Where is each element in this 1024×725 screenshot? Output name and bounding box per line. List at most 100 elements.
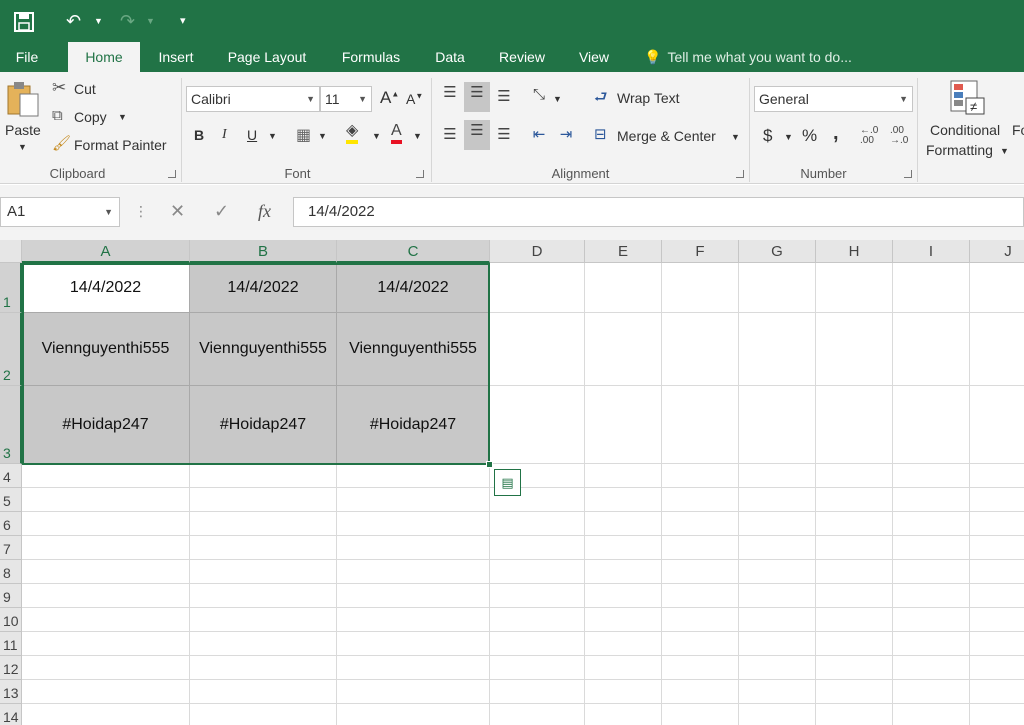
- font-name-select[interactable]: Calibri ▼: [186, 86, 320, 112]
- font-launcher-icon[interactable]: [416, 170, 424, 178]
- fill-color-dropdown-icon[interactable]: ▼: [372, 131, 381, 141]
- increase-decimal-icon[interactable]: ←.0.00: [860, 126, 878, 146]
- row-header-6[interactable]: 6: [0, 512, 22, 536]
- cell-a1[interactable]: 14/4/2022: [22, 263, 190, 313]
- tell-me-box[interactable]: 💡 Tell me what you want to do...: [644, 42, 852, 72]
- row-header-3[interactable]: 3: [0, 386, 22, 464]
- format-painter-icon[interactable]: 🖌: [52, 134, 71, 152]
- merge-center-icon[interactable]: ⊟: [594, 125, 607, 143]
- row-header-2[interactable]: 2: [0, 313, 22, 386]
- fill-color-icon[interactable]: ◈: [346, 122, 359, 144]
- row-header-14[interactable]: 14: [0, 704, 22, 725]
- row-header-8[interactable]: 8: [0, 560, 22, 584]
- column-header-g[interactable]: G: [739, 240, 816, 263]
- insert-function-icon[interactable]: fx: [258, 197, 271, 225]
- format-as-table-button[interactable]: Fo: [1012, 122, 1024, 138]
- orientation-icon[interactable]: ⤡: [528, 84, 550, 106]
- row-header-10[interactable]: 10: [0, 608, 22, 632]
- enter-icon[interactable]: ✓: [214, 197, 229, 225]
- tab-view[interactable]: View: [570, 42, 618, 72]
- comma-button[interactable]: ,: [833, 122, 839, 145]
- column-header-a[interactable]: A: [22, 240, 190, 263]
- conditional-formatting-button[interactable]: Conditional: [930, 122, 1000, 138]
- undo-icon[interactable]: ↶: [66, 9, 81, 33]
- conditional-formatting-icon[interactable]: ≠: [950, 80, 986, 116]
- merge-center-button[interactable]: Merge & Center: [617, 128, 716, 144]
- align-top-icon[interactable]: ☰: [438, 82, 462, 104]
- font-color-dropdown-icon[interactable]: ▼: [413, 131, 422, 141]
- underline-dropdown-icon[interactable]: ▼: [268, 131, 277, 141]
- increase-indent-icon[interactable]: ⇥: [555, 124, 577, 146]
- column-header-h[interactable]: H: [816, 240, 893, 263]
- align-left-icon[interactable]: ☰: [438, 124, 462, 146]
- column-header-j[interactable]: J: [970, 240, 1024, 263]
- column-header-b[interactable]: B: [190, 240, 337, 263]
- number-launcher-icon[interactable]: [904, 170, 912, 178]
- save-icon[interactable]: [14, 12, 34, 32]
- currency-dropdown-icon[interactable]: ▼: [784, 132, 793, 142]
- align-right-icon[interactable]: ☰: [492, 124, 516, 146]
- column-header-e[interactable]: E: [585, 240, 662, 263]
- cancel-icon[interactable]: ✕: [170, 197, 185, 225]
- quick-analysis-button[interactable]: ▤: [494, 469, 521, 496]
- column-header-c[interactable]: C: [337, 240, 490, 263]
- merge-dropdown-icon[interactable]: ▼: [731, 132, 740, 142]
- format-painter-button[interactable]: Format Painter: [74, 137, 167, 153]
- row-header-4[interactable]: 4: [0, 464, 22, 488]
- cell-a3[interactable]: #Hoidap247: [22, 386, 190, 464]
- alignment-launcher-icon[interactable]: [736, 170, 744, 178]
- conditional-formatting-dropdown-icon[interactable]: ▼: [1000, 146, 1009, 156]
- bold-button[interactable]: B: [194, 127, 204, 143]
- percent-button[interactable]: %: [802, 126, 817, 146]
- tab-formulas[interactable]: Formulas: [332, 42, 410, 72]
- cell-b1[interactable]: 14/4/2022: [190, 263, 337, 313]
- tab-page-layout[interactable]: Page Layout: [218, 42, 316, 72]
- row-header-11[interactable]: 11: [0, 632, 22, 656]
- wrap-text-icon[interactable]: ⮐: [594, 87, 608, 112]
- borders-dropdown-icon[interactable]: ▼: [318, 131, 327, 141]
- align-middle-icon[interactable]: ☰: [464, 82, 490, 112]
- row-header-9[interactable]: 9: [0, 584, 22, 608]
- cell-c3[interactable]: #Hoidap247: [337, 386, 490, 464]
- shrink-font-button[interactable]: A▼: [406, 91, 423, 107]
- copy-dropdown-icon[interactable]: ▼: [118, 112, 127, 122]
- align-bottom-icon[interactable]: ☰: [492, 86, 516, 108]
- cell-b2[interactable]: Viennguyenthi555: [190, 313, 337, 386]
- fill-handle[interactable]: [486, 461, 493, 468]
- conditional-formatting-label[interactable]: Formatting: [926, 142, 993, 158]
- number-format-select[interactable]: General ▼: [754, 86, 913, 112]
- underline-button[interactable]: U: [247, 127, 257, 143]
- tab-insert[interactable]: Insert: [148, 42, 204, 72]
- name-box[interactable]: A1 ▼: [0, 197, 120, 227]
- borders-icon[interactable]: ▦: [296, 125, 311, 145]
- row-header-5[interactable]: 5: [0, 488, 22, 512]
- customize-qat-icon[interactable]: ▾: [180, 9, 186, 33]
- cut-icon[interactable]: ✂: [52, 78, 66, 98]
- italic-button[interactable]: I: [222, 127, 227, 143]
- tab-data[interactable]: Data: [426, 42, 474, 72]
- select-all-button[interactable]: [0, 240, 22, 263]
- row-header-12[interactable]: 12: [0, 656, 22, 680]
- cell-a2[interactable]: Viennguyenthi555: [22, 313, 190, 386]
- row-header-7[interactable]: 7: [0, 536, 22, 560]
- column-header-f[interactable]: F: [662, 240, 739, 263]
- grow-font-button[interactable]: A▲: [380, 88, 399, 108]
- decrease-indent-icon[interactable]: ⇤: [528, 124, 550, 146]
- font-size-select[interactable]: 11 ▼: [320, 86, 372, 112]
- orientation-dropdown-icon[interactable]: ▼: [553, 94, 562, 104]
- formula-input[interactable]: 14/4/2022: [293, 197, 1024, 227]
- copy-button[interactable]: Copy: [74, 109, 107, 125]
- paste-button[interactable]: Paste: [5, 122, 41, 138]
- cell-c1[interactable]: 14/4/2022: [337, 263, 490, 313]
- cell-b3[interactable]: #Hoidap247: [190, 386, 337, 464]
- decrease-decimal-icon[interactable]: .00 →.0: [890, 126, 908, 146]
- row-header-1[interactable]: 1: [0, 263, 22, 313]
- clipboard-launcher-icon[interactable]: [168, 170, 176, 178]
- tab-file[interactable]: File: [0, 42, 54, 72]
- redo-dropdown-icon[interactable]: ▼: [146, 9, 155, 33]
- redo-icon[interactable]: ↷: [120, 9, 135, 33]
- column-header-i[interactable]: I: [893, 240, 970, 263]
- align-center-icon[interactable]: ☰: [464, 120, 490, 150]
- paste-icon[interactable]: [6, 80, 40, 118]
- cut-button[interactable]: Cut: [74, 81, 96, 97]
